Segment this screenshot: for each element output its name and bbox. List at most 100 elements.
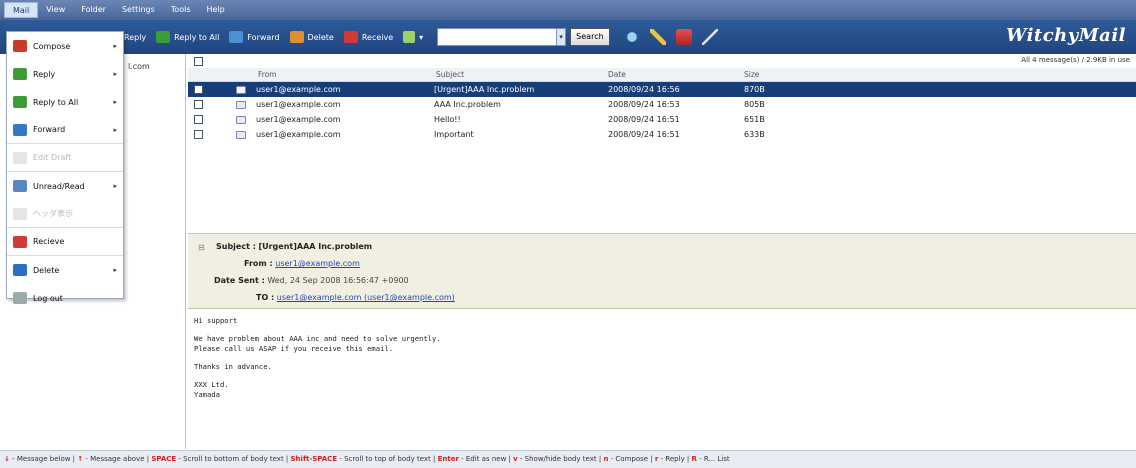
row-date: 2008/09/24 16:51 — [608, 115, 680, 124]
collapse-header-icon[interactable]: ⊟ — [198, 243, 205, 252]
submenu-arrow-icon: ▸ — [113, 98, 117, 106]
select-all-checkbox[interactable] — [194, 56, 203, 66]
reply-all-icon — [156, 31, 171, 43]
row-date: 2008/09/24 16:51 — [608, 130, 680, 139]
row-checkbox[interactable] — [194, 115, 203, 124]
filter-button[interactable]: ▾ — [403, 27, 423, 47]
message-row[interactable]: user1@example.com [Urgent]AAA Inc.problem… — [188, 82, 1136, 97]
row-size: 805B — [744, 100, 765, 109]
message-list: All 4 message(s) / 2.9KB in use From Sub… — [188, 54, 1136, 232]
reply-all-icon — [13, 96, 27, 108]
delete-icon — [13, 264, 27, 276]
menu-view[interactable]: View — [38, 2, 73, 18]
menu-item-7[interactable]: Recieve — [7, 228, 123, 256]
submenu-arrow-icon: ▸ — [113, 182, 117, 190]
menu-item-0[interactable]: Compose ▸ — [7, 32, 123, 60]
row-date: 2008/09/24 16:56 — [608, 85, 680, 94]
menu-item-4[interactable]: Edit Draft — [7, 144, 123, 172]
menu-item-5[interactable]: Unread/Read ▸ — [7, 172, 123, 200]
delete-button[interactable]: Delete — [289, 27, 334, 47]
from-label: From : — [244, 259, 273, 268]
reply-button-label: Reply — [124, 32, 147, 42]
message-row[interactable]: user1@example.com Hello!! 2008/09/24 16:51… — [188, 112, 1136, 127]
menu-item-1[interactable]: Reply ▸ — [7, 60, 123, 88]
subject-value: [Urgent]AAA Inc.problem — [258, 242, 373, 251]
shortcut-desc: - Scroll to top of body text | — [337, 455, 438, 463]
submenu-arrow-icon: ▸ — [113, 70, 117, 78]
logout-icon — [13, 292, 27, 304]
shortcut-key: SPACE — [151, 455, 177, 463]
row-checkbox[interactable] — [194, 100, 203, 109]
list-toolbar: All 4 message(s) / 2.9KB in use — [188, 54, 1136, 68]
subject-row: Subject : [Urgent]AAA Inc.problem — [216, 242, 372, 251]
shortcut-desc: - Reply | — [658, 455, 692, 463]
message-row[interactable]: user1@example.com AAA Inc.problem 2008/09/… — [188, 97, 1136, 112]
row-checkbox[interactable] — [194, 85, 203, 94]
settings-tools-icon[interactable] — [649, 29, 666, 45]
help-icon[interactable] — [701, 29, 718, 45]
envelope-icon — [236, 85, 246, 94]
reply-all-button-label: Reply to All — [174, 32, 220, 42]
toolbar: Reply Reply to All Forward Delete Receiv… — [0, 20, 1136, 54]
row-subject: Hello!! — [434, 115, 461, 124]
row-size: 651B — [744, 115, 765, 124]
filter-rules-icon[interactable] — [675, 29, 692, 45]
tool-icons — [623, 29, 718, 45]
search-input[interactable] — [437, 28, 558, 46]
reply-icon — [13, 68, 27, 80]
address-book-icon[interactable] — [623, 29, 640, 45]
menu-item-label: Unread/Read — [33, 181, 85, 191]
search-button[interactable]: Search — [570, 28, 610, 46]
account-label[interactable]: l.com — [128, 62, 150, 71]
date-label: Date Sent : — [214, 276, 265, 285]
envelope-icon — [236, 130, 246, 139]
menu-folder[interactable]: Folder — [73, 2, 114, 18]
menu-tools[interactable]: Tools — [163, 2, 199, 18]
to-link[interactable]: user1@example.com (user1@example.com) — [277, 293, 455, 302]
column-size[interactable]: Size — [744, 70, 759, 79]
menu-help[interactable]: Help — [199, 2, 233, 18]
shortcut-desc: - R... List — [696, 455, 730, 463]
menu-bar: Mail View Folder Settings Tools Help — [0, 0, 1136, 20]
row-size: 870B — [744, 85, 765, 94]
submenu-arrow-icon: ▸ — [113, 266, 117, 274]
mail-menu-dropdown: Compose ▸ Reply ▸ Reply to All ▸ Forward ▸ Edit … — [6, 31, 124, 304]
column-date[interactable]: Date — [608, 70, 626, 79]
header-icon — [13, 207, 27, 220]
menu-item-label: Delete — [33, 265, 60, 275]
row-from: user1@example.com — [256, 100, 341, 109]
envelope-icon — [236, 115, 246, 124]
forward-button[interactable]: Forward — [229, 27, 280, 47]
row-date: 2008/09/24 16:53 — [608, 100, 680, 109]
unread-read-icon — [13, 180, 27, 192]
search-scope-dropdown[interactable]: ▾ — [556, 28, 567, 46]
from-link[interactable]: user1@example.com — [275, 259, 360, 268]
reply-button[interactable]: Reply — [124, 27, 146, 47]
row-subject: [Urgent]AAA Inc.problem — [434, 85, 535, 94]
row-from: user1@example.com — [256, 130, 341, 139]
subject-label: Subject : — [216, 242, 256, 251]
receive-button[interactable]: Receive — [343, 27, 394, 47]
menu-item-3[interactable]: Forward ▸ — [7, 116, 123, 144]
list-header: From Subject Date Size — [188, 68, 1136, 82]
row-size: 633B — [744, 130, 765, 139]
menu-settings[interactable]: Settings — [114, 2, 163, 18]
menu-item-8[interactable]: Delete ▸ — [7, 256, 123, 284]
menu-item-2[interactable]: Reply to All ▸ — [7, 88, 123, 116]
menu-item-label: Log out — [33, 293, 63, 303]
receive-button-label: Receive — [361, 32, 394, 42]
forward-icon — [229, 31, 244, 43]
receive-icon — [13, 235, 27, 248]
menu-item-6[interactable]: ヘッダ表示 — [7, 200, 123, 228]
menu-item-9[interactable]: Log out — [7, 284, 123, 312]
shortcut-desc: - Message above | — [83, 455, 152, 463]
row-checkbox[interactable] — [194, 130, 203, 139]
message-row[interactable]: user1@example.com Important 2008/09/24 16:… — [188, 127, 1136, 142]
menu-item-label: Forward — [33, 125, 66, 134]
compose-icon — [13, 40, 27, 52]
column-subject[interactable]: Subject — [436, 70, 464, 79]
reply-all-button[interactable]: Reply to All — [156, 27, 219, 47]
column-from[interactable]: From — [258, 70, 277, 79]
menu-mail[interactable]: Mail — [4, 2, 39, 18]
delete-icon — [289, 31, 304, 43]
